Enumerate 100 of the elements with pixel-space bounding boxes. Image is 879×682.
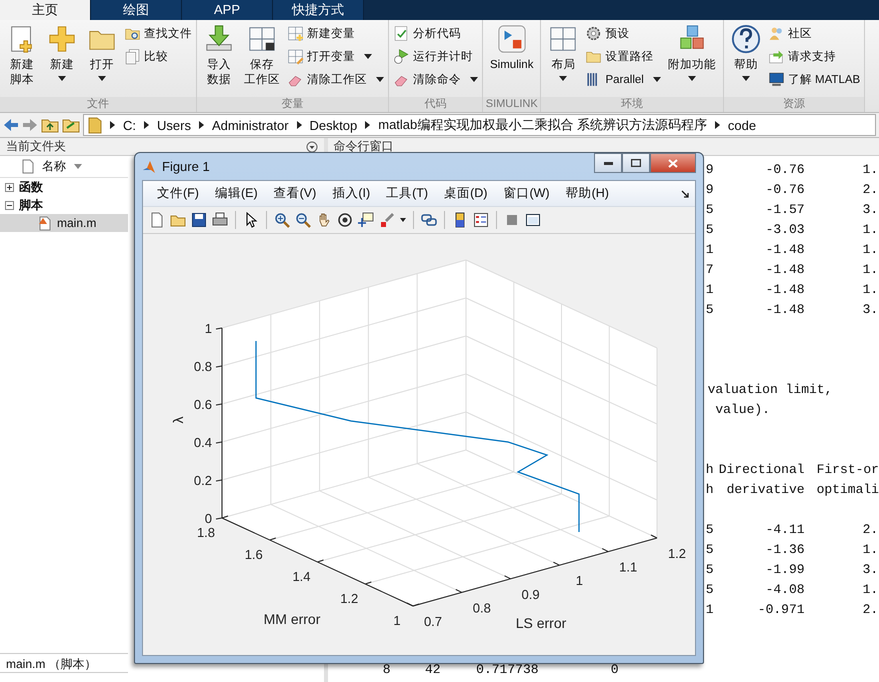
file-row[interactable]: main.m bbox=[0, 214, 128, 232]
tree-item[interactable]: 脚本 bbox=[19, 196, 43, 214]
ribbon-button[interactable]: Simulink bbox=[487, 24, 536, 97]
tick-label: 1.6 bbox=[244, 547, 263, 562]
ribbon-button[interactable]: 设置路径 bbox=[585, 48, 661, 65]
tree-item[interactable]: 函数 bbox=[19, 178, 43, 196]
chevron-right-icon bbox=[110, 121, 115, 129]
ribbon-button[interactable]: 新建变量 bbox=[287, 25, 384, 42]
output-text: value). bbox=[714, 402, 770, 417]
dropdown-circle-icon[interactable] bbox=[306, 140, 318, 152]
ribbon-button[interactable]: 附加功能 bbox=[664, 24, 719, 97]
menu-item[interactable]: 文件(F) bbox=[149, 185, 207, 202]
button-label: 新建变量 bbox=[307, 26, 355, 41]
ribbon-tab[interactable]: 快捷方式 bbox=[273, 0, 364, 20]
address-field[interactable]: C: Users Administrator Desktop matlab编程实现加权最小二乘拟合 系统辨识方法源码程序 code bbox=[83, 114, 876, 136]
ribbon-button[interactable]: 了解 MATLAB bbox=[768, 71, 860, 88]
chevron-right-icon bbox=[198, 121, 204, 129]
output-cell-text: -1.48 bbox=[766, 301, 805, 319]
menu-item[interactable]: 编辑(E) bbox=[206, 185, 266, 202]
square-icon[interactable] bbox=[504, 212, 520, 228]
menu-item[interactable]: 窗口(W) bbox=[495, 185, 558, 202]
ribbon-button[interactable]: 布局 bbox=[545, 24, 582, 97]
caret-icon[interactable] bbox=[400, 218, 406, 222]
ribbon-tab[interactable]: APP bbox=[182, 0, 273, 20]
path-segment[interactable]: C: bbox=[123, 118, 136, 132]
button-label: 新建 bbox=[50, 58, 74, 73]
save-icon[interactable] bbox=[191, 212, 207, 228]
tick-label: 0.7 bbox=[424, 614, 442, 629]
data-cursor-icon[interactable] bbox=[358, 212, 374, 228]
ribbon-button[interactable]: 查找文件 bbox=[124, 25, 192, 42]
button-label: 脚本 bbox=[10, 73, 34, 88]
brush-icon[interactable] bbox=[379, 212, 395, 228]
ribbon-button[interactable]: 保存 工作区 bbox=[241, 24, 283, 97]
ribbon-button[interactable]: 导入 数据 bbox=[201, 24, 237, 97]
file-details: main.m （脚本） bbox=[0, 653, 128, 673]
group-label: 变量 bbox=[197, 97, 388, 112]
documents-icon bbox=[124, 48, 141, 65]
folder-arrow-icon[interactable] bbox=[62, 117, 80, 133]
menu-item[interactable]: 桌面(D) bbox=[436, 185, 496, 202]
ribbon-button[interactable]: 打开变量 bbox=[287, 48, 384, 65]
menu-item[interactable]: 工具(T) bbox=[378, 185, 436, 202]
axis-label: λ bbox=[170, 416, 186, 424]
ribbon-button[interactable]: 比较 bbox=[124, 48, 192, 65]
minimize-button[interactable] bbox=[594, 153, 622, 173]
button-label: 清除命令 bbox=[413, 72, 461, 87]
zoom-in-icon[interactable] bbox=[274, 212, 290, 228]
ribbon-button[interactable]: 运行并计时 bbox=[393, 48, 478, 65]
path-segment[interactable]: Administrator bbox=[212, 118, 289, 132]
output-cell-text: 5 bbox=[706, 521, 714, 539]
ribbon-button[interactable]: 帮助 bbox=[728, 24, 764, 97]
tick-label: 0.6 bbox=[194, 397, 212, 412]
output-cell-text: -1.99 bbox=[766, 561, 805, 579]
ribbon-button[interactable]: Parallel bbox=[585, 71, 661, 88]
output-cell-text: 0 bbox=[610, 661, 619, 679]
zoom-out-icon[interactable] bbox=[295, 212, 311, 228]
ribbon-button[interactable]: 新建 bbox=[44, 24, 80, 97]
ribbon-button[interactable]: 请求支持 bbox=[768, 48, 860, 65]
menu-item[interactable]: 帮助(H) bbox=[558, 185, 617, 202]
path-segment[interactable]: Desktop bbox=[310, 118, 358, 132]
close-button[interactable] bbox=[650, 153, 696, 173]
collapse-icon[interactable] bbox=[5, 200, 14, 210]
window-icon[interactable] bbox=[525, 212, 541, 228]
ribbon-button[interactable]: 清除命令 bbox=[393, 71, 478, 88]
print-icon[interactable] bbox=[212, 212, 228, 228]
link-icon[interactable] bbox=[421, 212, 437, 228]
tick-label: 0.4 bbox=[194, 435, 212, 450]
ribbon-tab[interactable]: 绘图 bbox=[91, 0, 182, 20]
menu-item[interactable]: 查看(V) bbox=[266, 185, 324, 202]
ribbon-button[interactable]: 预设 bbox=[585, 25, 661, 42]
gear-icon bbox=[585, 25, 602, 42]
maximize-icon bbox=[631, 159, 641, 167]
maximize-button[interactable] bbox=[622, 153, 650, 173]
dock-arrow-icon[interactable] bbox=[681, 190, 689, 198]
button-label: 分析代码 bbox=[413, 26, 461, 41]
tick-label: 1 bbox=[576, 573, 584, 588]
path-segment[interactable]: code bbox=[728, 118, 756, 132]
path-segment[interactable]: Users bbox=[157, 118, 191, 132]
tick-label: 0.8 bbox=[194, 359, 212, 374]
menu-item[interactable]: 插入(I) bbox=[324, 185, 378, 202]
output-cell-text: 9 bbox=[706, 161, 714, 179]
button-label: 清除工作区 bbox=[307, 72, 367, 87]
output-cell-text: -1.36 bbox=[766, 541, 805, 559]
ribbon-button[interactable]: 清除工作区 bbox=[287, 71, 384, 88]
ribbon-button[interactable]: 新建 脚本 bbox=[4, 24, 40, 97]
ribbon-tab[interactable]: 主页 bbox=[0, 0, 91, 20]
folder-up-icon[interactable] bbox=[41, 117, 59, 133]
column-header[interactable]: 名称 bbox=[0, 156, 128, 178]
legend-icon[interactable] bbox=[473, 212, 489, 228]
expand-icon[interactable] bbox=[5, 182, 14, 192]
ribbon-button[interactable]: 社区 bbox=[768, 25, 860, 42]
output-cell-text: optimali bbox=[816, 481, 879, 499]
new-file-icon[interactable] bbox=[149, 212, 165, 228]
ribbon-button[interactable]: 打开 bbox=[84, 24, 120, 97]
path-segment[interactable]: matlab编程实现加权最小二乘拟合 系统辨识方法源码程序 bbox=[378, 116, 707, 134]
button-label: 社区 bbox=[788, 26, 812, 41]
tick-label: 0.2 bbox=[194, 473, 212, 488]
button-label: 工作区 bbox=[244, 73, 280, 88]
back-arrow-icon[interactable] bbox=[3, 118, 19, 132]
ribbon-button[interactable]: 分析代码 bbox=[393, 25, 478, 42]
button-label: 打开变量 bbox=[307, 49, 355, 64]
